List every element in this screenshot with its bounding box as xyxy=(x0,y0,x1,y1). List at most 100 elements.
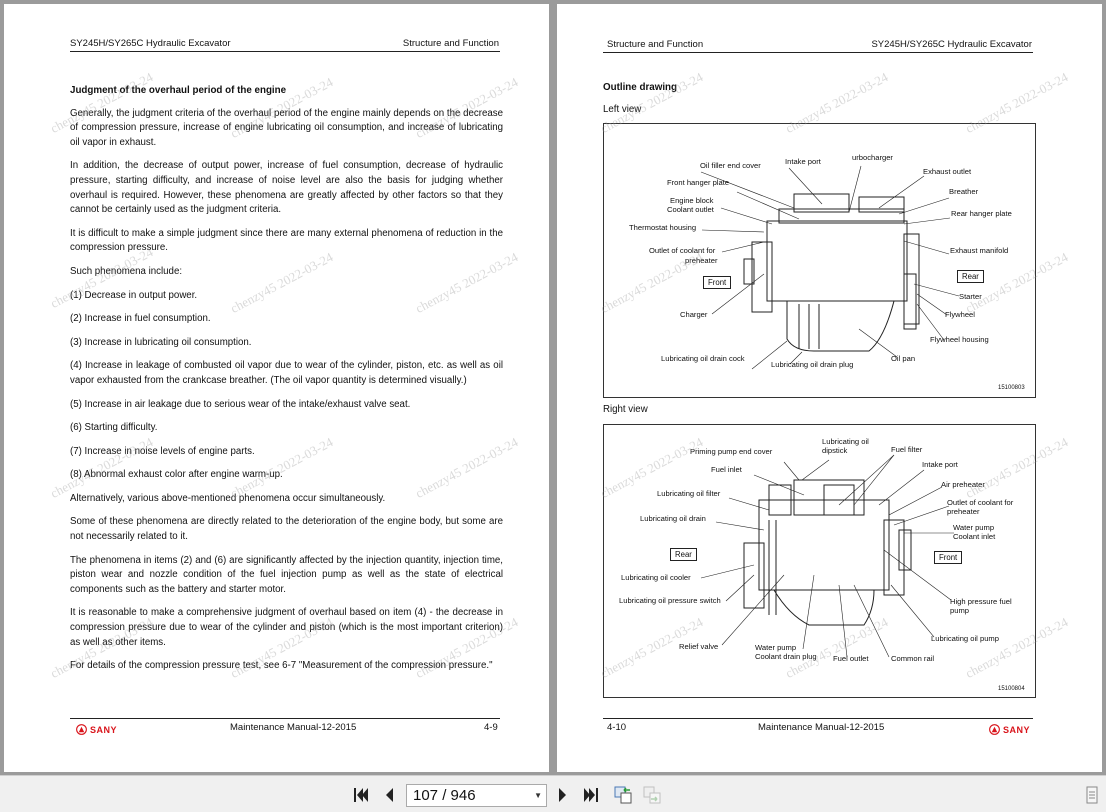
figure-number: 15100803 xyxy=(998,385,1025,391)
label-rear-hanger-plate: Rear hanger plate xyxy=(951,209,1012,218)
header-left: SY245H/SY265C Hydraulic Excavator xyxy=(70,38,231,49)
label-intake-port: Intake port xyxy=(785,157,821,166)
sany-logo: SANY xyxy=(76,724,117,735)
first-page-icon xyxy=(354,788,368,802)
label-fuel-outlet: Fuel outlet xyxy=(833,654,869,663)
sany-logo-icon xyxy=(989,724,1000,735)
label-priming-pump-end-cover: Priming pump end cover xyxy=(690,447,773,456)
dropdown-arrow-icon[interactable]: ▼ xyxy=(534,785,542,806)
label-outlet-coolant-preheater: Outlet of coolant for xyxy=(649,246,716,255)
sany-logo: SANY xyxy=(989,724,1030,735)
first-page-button[interactable] xyxy=(350,784,372,806)
label-dipstick: dipstick xyxy=(822,446,848,455)
figure-number: 15100804 xyxy=(998,686,1025,692)
last-page-button[interactable] xyxy=(580,784,602,806)
label-relief-valve: Relief valve xyxy=(679,642,719,651)
previous-page-button[interactable] xyxy=(380,784,398,806)
label-preheater: preheater xyxy=(947,507,980,516)
logo-text: SANY xyxy=(90,724,118,735)
label-exhaust-outlet: Exhaust outlet xyxy=(923,167,972,176)
paragraph: (1) Decrease in output power. xyxy=(70,289,198,301)
rear-marker: Rear xyxy=(957,270,984,283)
label-preheater: preheater xyxy=(685,256,718,265)
paragraph: (3) Increase in lubricating oil consumpt… xyxy=(70,336,252,348)
label-pump: pump xyxy=(950,606,969,615)
page-number: 4-10 xyxy=(607,722,627,733)
paragraph: It is reasonable to make a comprehensive… xyxy=(70,607,503,648)
label-front-hanger-plate: Front hanger plate xyxy=(667,178,730,187)
page-body: Judgment of the overhaul period of the e… xyxy=(70,84,503,683)
label-thermostat-housing: Thermostat housing xyxy=(629,223,697,232)
label-oil-drain-cock: Lubricating oil drain cock xyxy=(661,354,745,363)
rear-marker: Rear xyxy=(670,548,697,561)
label-coolant-outlet: Coolant outlet xyxy=(667,205,714,214)
label-intake-port: Intake port xyxy=(922,460,958,469)
previous-view-icon xyxy=(614,786,632,804)
next-page-button[interactable] xyxy=(555,784,571,806)
label-exhaust-manifold: Exhaust manifold xyxy=(950,246,1009,255)
paragraph: Such phenomena include: xyxy=(70,265,183,277)
label-oil-cooler: Lubricating oil cooler xyxy=(621,573,691,582)
label-oil-pump: Lubricating oil pump xyxy=(931,634,999,643)
left-view-title: Left view xyxy=(603,104,642,115)
footer-title: Maintenance Manual-12-2015 xyxy=(230,722,357,733)
header-left: Structure and Function xyxy=(607,39,704,50)
right-view-title: Right view xyxy=(603,404,648,415)
paragraph: (4) Increase in leakage of combusted oil… xyxy=(70,360,503,386)
label-oil-filter: Lubricating oil filter xyxy=(657,489,721,498)
previous-page-icon xyxy=(386,788,393,802)
header-rule xyxy=(70,51,500,52)
menu-button[interactable] xyxy=(1082,784,1102,806)
page-number-input[interactable]: 107 / 946 ▼ xyxy=(406,784,547,807)
header-right: Structure and Function xyxy=(402,38,499,49)
label-oil-drain: Lubricating oil drain xyxy=(640,514,706,523)
paragraph: (7) Increase in noise levels of engine p… xyxy=(70,445,255,457)
engine-right-view-drawing xyxy=(700,454,954,658)
paragraph: (5) Increase in air leakage due to serio… xyxy=(70,398,411,410)
header-right: SY245H/SY265C Hydraulic Excavator xyxy=(871,39,1032,50)
footer-rule xyxy=(603,718,1033,719)
last-page-icon xyxy=(584,788,598,802)
label-oil-pan: Oil pan xyxy=(891,354,916,363)
label-flywheel: Flywheel xyxy=(945,310,975,319)
label-fuel-filter: Fuel filter xyxy=(891,445,923,454)
label-turbocharger: urbocharger xyxy=(852,153,893,162)
label-oil-filler-end-cover: Oil filler end cover xyxy=(700,161,761,170)
left-page: SY245H/SY265C Hydraulic Excavator Struct… xyxy=(4,4,549,772)
page-number-value: 107 / 946 xyxy=(413,787,476,804)
front-marker: Front xyxy=(934,551,963,564)
label-common-rail: Common rail xyxy=(891,654,935,663)
paragraph: For details of the compression pressure … xyxy=(70,660,493,672)
label-charger: Charger xyxy=(680,310,708,319)
label-flywheel-housing: Flywheel housing xyxy=(930,335,989,344)
paragraph: It is difficult to make a simple judgmen… xyxy=(70,227,503,254)
label-starter: Starter xyxy=(959,292,982,301)
header-rule xyxy=(603,52,1033,53)
paragraph: (8) Abnormal exhaust color after engine … xyxy=(70,469,283,481)
front-marker: Front xyxy=(703,276,732,289)
paragraph: In addition, the decrease of output powe… xyxy=(70,160,503,216)
next-view-button[interactable] xyxy=(640,784,664,806)
paragraph: (2) Increase in fuel consumption. xyxy=(70,313,211,325)
paragraph: Some of these phenomena are directly rel… xyxy=(70,516,503,543)
label-oil-drain-plug: Lubricating oil drain plug xyxy=(771,360,854,369)
section-heading: Judgment of the overhaul period of the e… xyxy=(70,85,287,96)
section-heading: Outline drawing xyxy=(603,82,678,93)
footer-rule xyxy=(70,718,500,719)
paragraph: The phenomena in items (2) and (6) are s… xyxy=(70,554,503,595)
paragraph: Alternatively, various above-mentioned p… xyxy=(70,492,386,504)
previous-view-button[interactable] xyxy=(611,784,635,806)
footer-title: Maintenance Manual-12-2015 xyxy=(758,722,885,733)
sany-logo-icon xyxy=(76,724,87,735)
label-oil-pressure-switch: Lubricating oil pressure switch xyxy=(619,596,721,605)
paragraph: (6) Starting difficulty. xyxy=(70,422,158,434)
next-view-icon xyxy=(643,786,661,804)
next-page-icon xyxy=(559,788,566,802)
page-number: 4-9 xyxy=(484,722,498,733)
label-coolant-drain-plug: Coolant drain plug xyxy=(755,652,817,661)
right-view-figure xyxy=(603,424,1036,698)
document-menu-icon xyxy=(1086,786,1098,804)
logo-text: SANY xyxy=(1003,724,1031,735)
label-coolant-inlet: Coolant inlet xyxy=(953,532,996,541)
label-fuel-inlet: Fuel inlet xyxy=(711,465,742,474)
